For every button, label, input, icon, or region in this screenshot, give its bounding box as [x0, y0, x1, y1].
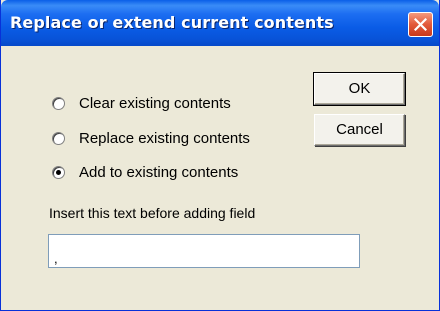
insert-text-input[interactable] — [48, 234, 360, 268]
radio-replace-contents[interactable] — [52, 132, 65, 145]
ok-button[interactable]: OK — [313, 72, 406, 106]
close-x-icon — [414, 18, 427, 31]
radio-clear-contents[interactable] — [52, 97, 65, 110]
dialog-title: Replace or extend current contents — [10, 13, 334, 32]
cancel-button-label: Cancel — [336, 121, 383, 138]
title-bar[interactable]: Replace or extend current contents — [1, 0, 439, 46]
radio-selected-dot — [56, 170, 61, 175]
ok-button-label: OK — [348, 80, 371, 97]
radio-add-contents[interactable] — [52, 166, 65, 179]
option-label: Clear existing contents — [79, 95, 231, 112]
cancel-button[interactable]: Cancel — [314, 114, 405, 146]
option-label: Add to existing contents — [79, 164, 239, 181]
dialog-window: Replace or extend current contents OK Ca… — [0, 0, 440, 311]
option-label: Replace existing contents — [79, 130, 250, 147]
close-button[interactable] — [408, 12, 433, 37]
insert-text-label: Insert this text before adding field — [49, 205, 256, 221]
